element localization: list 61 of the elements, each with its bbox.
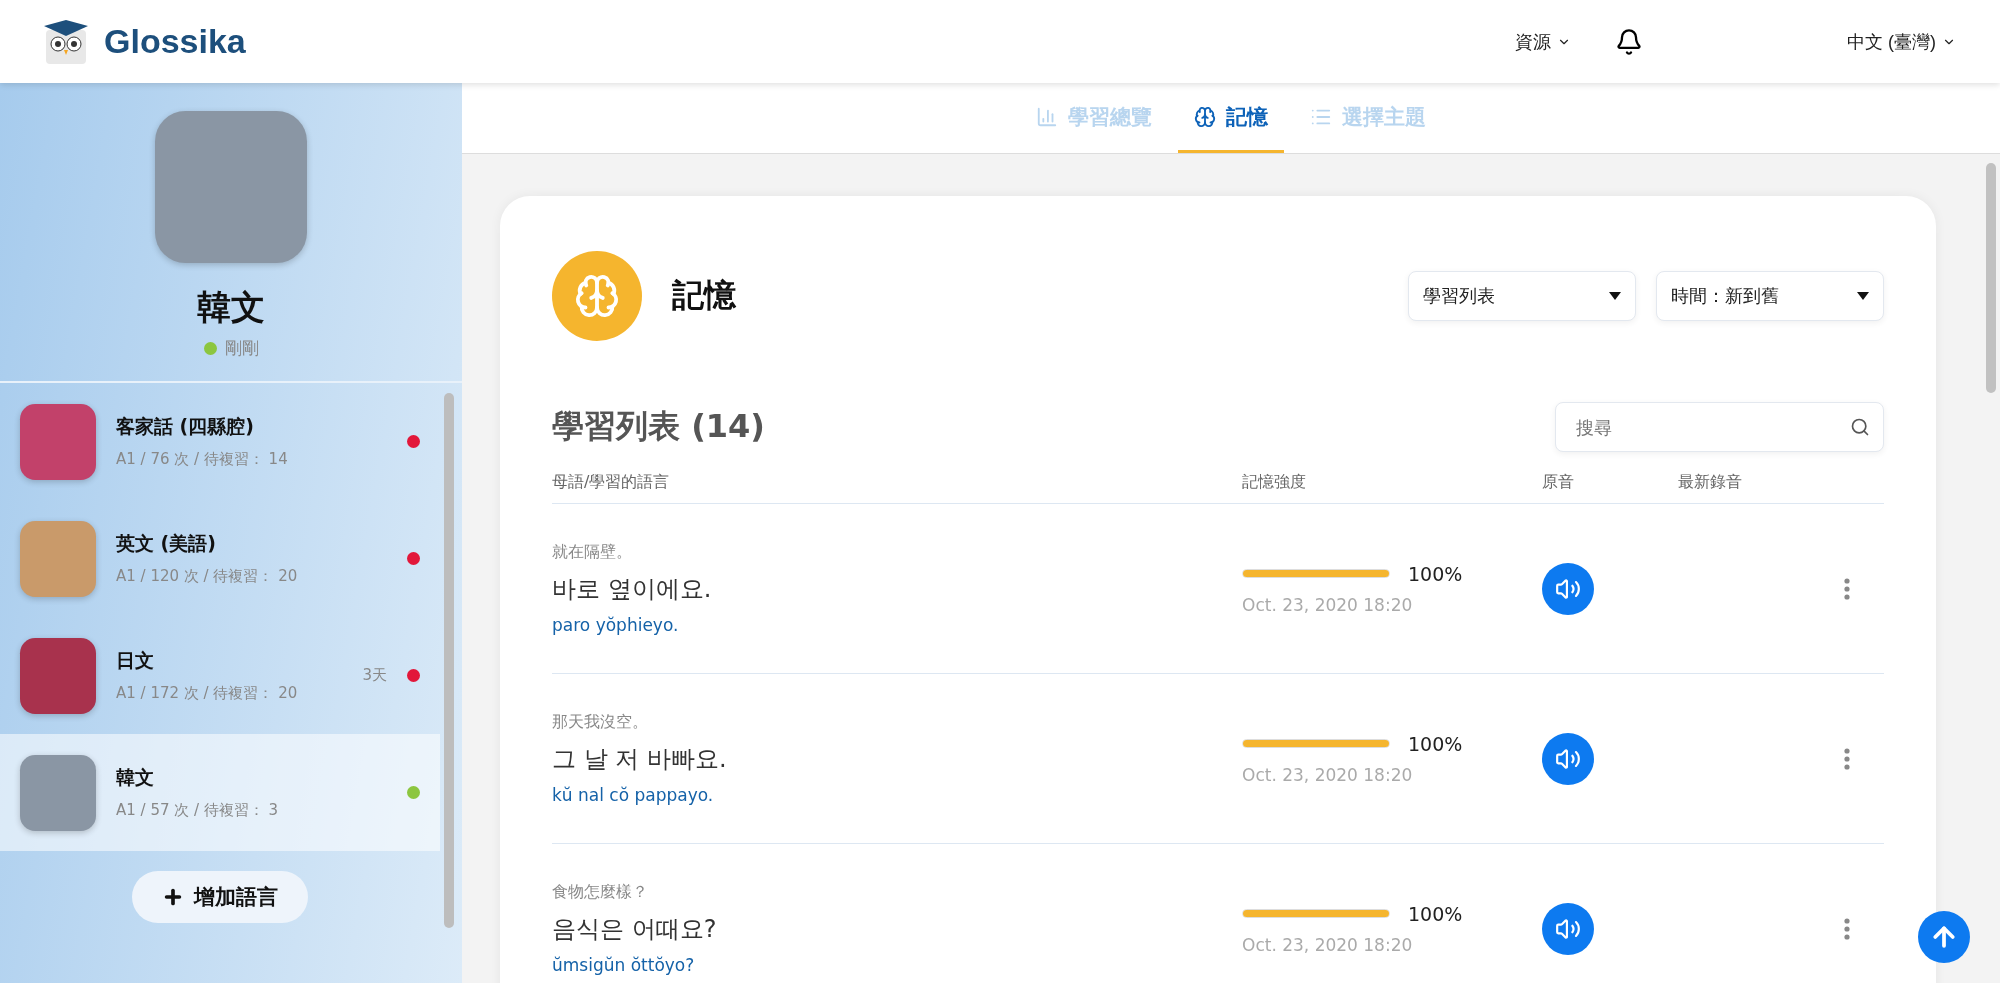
search-field[interactable]: 搜尋 bbox=[1555, 402, 1884, 452]
strength-percent: 100% bbox=[1408, 732, 1464, 755]
column-header: 記憶強度 bbox=[1242, 472, 1307, 493]
column-header: 原音 bbox=[1542, 472, 1575, 493]
filter-dropdown[interactable]: 學習列表 bbox=[1408, 271, 1636, 321]
native-sentence: 就在隔壁。 bbox=[552, 542, 633, 563]
language-stats: A1 / 120 次 / 待複習： 20 bbox=[116, 567, 299, 586]
target-sentence: 바로 옆이에요. bbox=[552, 574, 713, 605]
column-header: 母語/學習的語言 bbox=[552, 472, 671, 493]
scroll-to-top-button[interactable] bbox=[1918, 911, 1970, 963]
status-text: 剛剛 bbox=[224, 337, 259, 360]
brain-icon bbox=[1194, 105, 1216, 128]
filter-dropdown[interactable]: 時間：新到舊 bbox=[1656, 271, 1884, 321]
play-audio-button[interactable] bbox=[1542, 562, 1594, 615]
scrollbar[interactable] bbox=[1986, 163, 1996, 393]
romanization-text: paro yŏphieyo. bbox=[552, 615, 680, 635]
target-sentence: 음식은 어때요? bbox=[552, 914, 718, 945]
romanization-text: kŭ nal cŏ pappayo. bbox=[552, 785, 715, 805]
language-name: 日文 bbox=[116, 648, 155, 673]
status-dot bbox=[203, 342, 217, 355]
romanization-text: ŭmsigŭn ŏttŏyo? bbox=[552, 955, 696, 975]
language-name: 客家話 (四縣腔) bbox=[116, 414, 255, 439]
card-title: 記憶 bbox=[672, 275, 737, 316]
language-stats: A1 / 76 次 / 待複習： 14 bbox=[116, 450, 289, 469]
add-language-button[interactable]: 增加語言 bbox=[132, 871, 308, 923]
language-item[interactable]: 韓文 A1 / 57 次 / 待複習： 3 bbox=[0, 734, 440, 851]
language-name: 英文 (美語) bbox=[116, 531, 217, 556]
bar-chart-icon bbox=[1036, 105, 1058, 128]
tab[interactable]: 記憶 bbox=[1178, 83, 1284, 153]
caret-icon bbox=[1609, 292, 1621, 300]
language-stats: A1 / 172 次 / 待複習： 20 bbox=[116, 684, 299, 703]
language-item[interactable]: 日文 A1 / 172 次 / 待複習： 20 3天 bbox=[0, 617, 440, 734]
play-audio-button[interactable] bbox=[1542, 732, 1594, 785]
days-label: 3天 bbox=[362, 666, 387, 685]
language-item[interactable]: 英文 (美語) A1 / 120 次 / 待複習： 20 bbox=[0, 500, 440, 617]
bell-icon[interactable] bbox=[1615, 27, 1643, 56]
caret-icon bbox=[1857, 292, 1869, 300]
resources-menu[interactable]: 資源 bbox=[1511, 25, 1575, 58]
scrollbar[interactable] bbox=[444, 393, 454, 928]
plus-icon bbox=[162, 886, 184, 908]
date-text: Oct. 23, 2020 18:20 bbox=[1242, 594, 1414, 615]
more-vertical-icon bbox=[1844, 747, 1850, 770]
date-text: Oct. 23, 2020 18:20 bbox=[1242, 764, 1414, 785]
more-vertical-icon bbox=[1844, 577, 1850, 600]
play-audio-button[interactable] bbox=[1542, 902, 1594, 955]
more-vertical-icon bbox=[1844, 917, 1850, 940]
logo-text[interactable]: Glossika bbox=[104, 22, 246, 61]
date-text: Oct. 23, 2020 18:20 bbox=[1242, 934, 1414, 955]
language-name: 韓文 bbox=[116, 765, 155, 790]
target-sentence: 그 날 저 바빠요. bbox=[552, 744, 728, 775]
strength-percent: 100% bbox=[1408, 902, 1464, 925]
list-title: 學習列表 (14) bbox=[552, 406, 765, 447]
language-stats: A1 / 57 次 / 待複習： 3 bbox=[116, 801, 280, 820]
native-sentence: 那天我沒空。 bbox=[552, 712, 649, 733]
language-menu[interactable]: 中文 (臺灣) bbox=[1843, 25, 1960, 58]
strength-percent: 100% bbox=[1408, 562, 1464, 585]
search-icon[interactable] bbox=[1850, 417, 1870, 437]
profile-name: 韓文 bbox=[197, 286, 265, 329]
language-item[interactable]: 客家話 (四縣腔) A1 / 76 次 / 待複習： 14 bbox=[0, 383, 440, 500]
column-header: 最新錄音 bbox=[1678, 472, 1743, 493]
native-sentence: 食物怎麼樣？ bbox=[552, 882, 649, 903]
